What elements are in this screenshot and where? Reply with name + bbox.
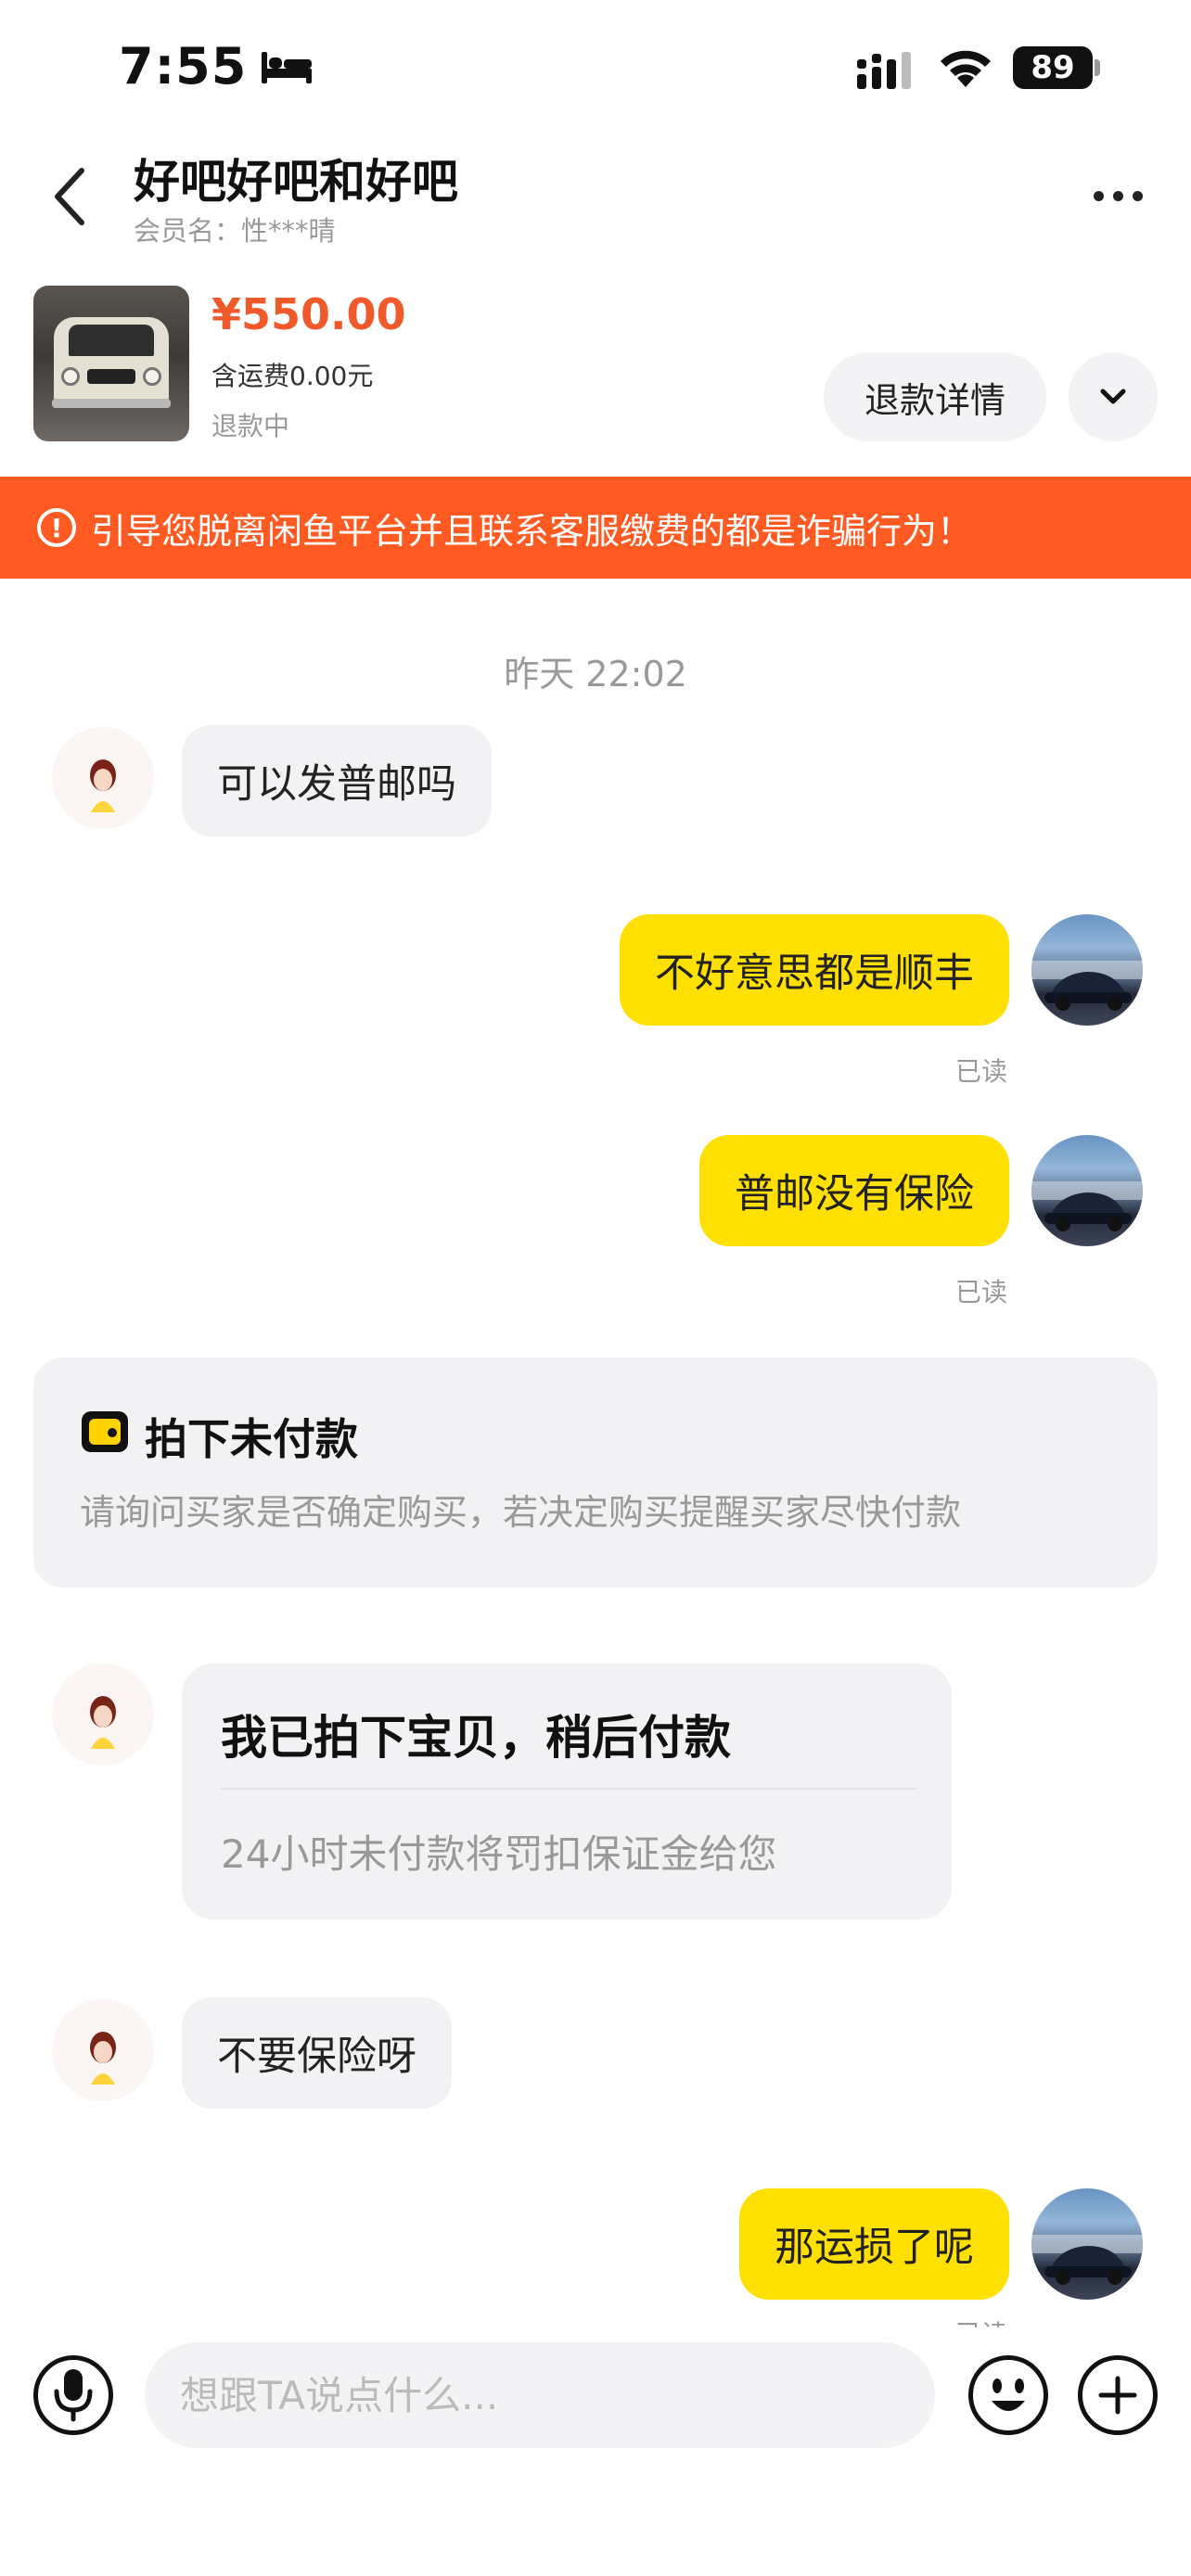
warning-icon: !: [37, 508, 76, 547]
product-bar: ¥550.00 含运费0.00元 退款中 退款详情: [0, 278, 1191, 475]
order-status: 退款中: [211, 411, 290, 441]
battery-tip: [1095, 59, 1100, 76]
order-card-description: 24小时未付款将罚扣保证金给您: [221, 1831, 777, 1877]
more-dot-icon: [1132, 190, 1143, 201]
car-headlight-shape: [143, 367, 161, 386]
product-shipping: 含运费0.00元: [211, 361, 374, 391]
wallet-icon: [82, 1411, 128, 1452]
plus-icon: [1098, 2376, 1137, 2415]
buyer-avatar[interactable]: [52, 1664, 154, 1766]
voice-input-button[interactable]: [33, 2355, 113, 2435]
order-card-title: 我已拍下宝贝，稍后付款: [221, 1711, 731, 1765]
more-actions-button[interactable]: [1078, 2355, 1158, 2435]
member-name: 会员名：性***晴: [134, 215, 336, 247]
car-headlight-shape: [61, 367, 80, 386]
seller-avatar[interactable]: [1031, 1135, 1143, 1246]
message-list[interactable]: 昨天 22:02 可以发普邮吗 不好意思都是顺丰 已读 普邮没有保险 已读 拍下…: [0, 579, 1191, 2327]
message-input-bar: [0, 2327, 1191, 2576]
car-bumper-shape: [52, 399, 171, 408]
message-bubble-outgoing[interactable]: 普邮没有保险: [699, 1135, 1009, 1246]
product-price: ¥550.00: [211, 289, 406, 339]
warning-text: 引导您脱离闲鱼平台并且联系客服缴费的都是诈骗行为！: [91, 510, 973, 552]
message-bubble-incoming[interactable]: 不要保险呀: [182, 1997, 452, 2109]
read-receipt: 已读: [955, 1056, 1008, 1087]
notice-title: 拍下未付款: [145, 1414, 358, 1464]
status-time-group: 7:55: [119, 37, 314, 96]
more-dot-icon: [1093, 190, 1104, 201]
chevron-left-icon: [55, 168, 84, 225]
buyer-avatar[interactable]: [52, 1999, 154, 2101]
order-placed-card[interactable]: 我已拍下宝贝，稍后付款 24小时未付款将罚扣保证金给您: [182, 1664, 952, 1919]
notice-description: 请询问买家是否确定购买，若决定购买提醒买家尽快付款: [80, 1492, 962, 1533]
status-bar: 7:55 89: [0, 0, 1191, 139]
unpaid-notice-card[interactable]: 拍下未付款 请询问买家是否确定购买，若决定购买提醒买家尽快付款: [33, 1358, 1158, 1588]
battery-level: 89: [1013, 46, 1093, 89]
message-bubble-outgoing[interactable]: 不好意思都是顺丰: [620, 914, 1009, 1026]
emoji-face-icon: [992, 2378, 1025, 2411]
message-timestamp: 昨天 22:02: [504, 654, 687, 695]
message-input[interactable]: [145, 2342, 935, 2448]
cellular-signal-icon: [857, 52, 911, 89]
car-grill-shape: [87, 369, 135, 384]
sleep-focus-icon: [262, 51, 313, 83]
chat-header: 好吧好吧和好吧 会员名：性***晴: [0, 139, 1191, 278]
car-avatar-image: [1031, 1181, 1143, 1231]
wifi-icon: [941, 50, 991, 87]
seller-avatar[interactable]: [1031, 2188, 1143, 2300]
chat-title: 好吧好吧和好吧: [134, 155, 458, 209]
refund-details-button[interactable]: 退款详情: [824, 352, 1046, 441]
read-receipt: 已读: [955, 1277, 1008, 1307]
status-time: 7:55: [119, 37, 248, 96]
back-button[interactable]: [41, 159, 96, 234]
more-options-button[interactable]: [1076, 172, 1159, 219]
message-bubble-incoming[interactable]: 可以发普邮吗: [182, 725, 492, 836]
wallet-clasp-shape: [108, 1428, 117, 1437]
product-thumbnail[interactable]: [33, 286, 189, 441]
more-dot-icon: [1112, 190, 1123, 201]
car-avatar-image: [1031, 961, 1143, 1011]
chat-screen: 7:55 89 好吧好吧和好吧 会员名：性***晴 ¥550.00 含运费0.0…: [0, 0, 1191, 2576]
seller-avatar[interactable]: [1031, 914, 1143, 1026]
buyer-avatar[interactable]: [52, 727, 154, 829]
chevron-down-icon: [1100, 389, 1126, 404]
battery-indicator: 89: [1013, 46, 1102, 89]
car-avatar-image: [1031, 2235, 1143, 2285]
read-receipt: 已读: [955, 2315, 1007, 2327]
fraud-warning-banner: ! 引导您脱离闲鱼平台并且联系客服缴费的都是诈骗行为！: [0, 477, 1191, 579]
divider: [221, 1788, 916, 1790]
expand-button[interactable]: [1069, 352, 1158, 441]
emoji-button[interactable]: [968, 2355, 1048, 2435]
message-bubble-outgoing[interactable]: 那运损了呢: [739, 2188, 1009, 2300]
car-window-shape: [69, 325, 154, 356]
microphone-icon: [54, 2369, 93, 2422]
